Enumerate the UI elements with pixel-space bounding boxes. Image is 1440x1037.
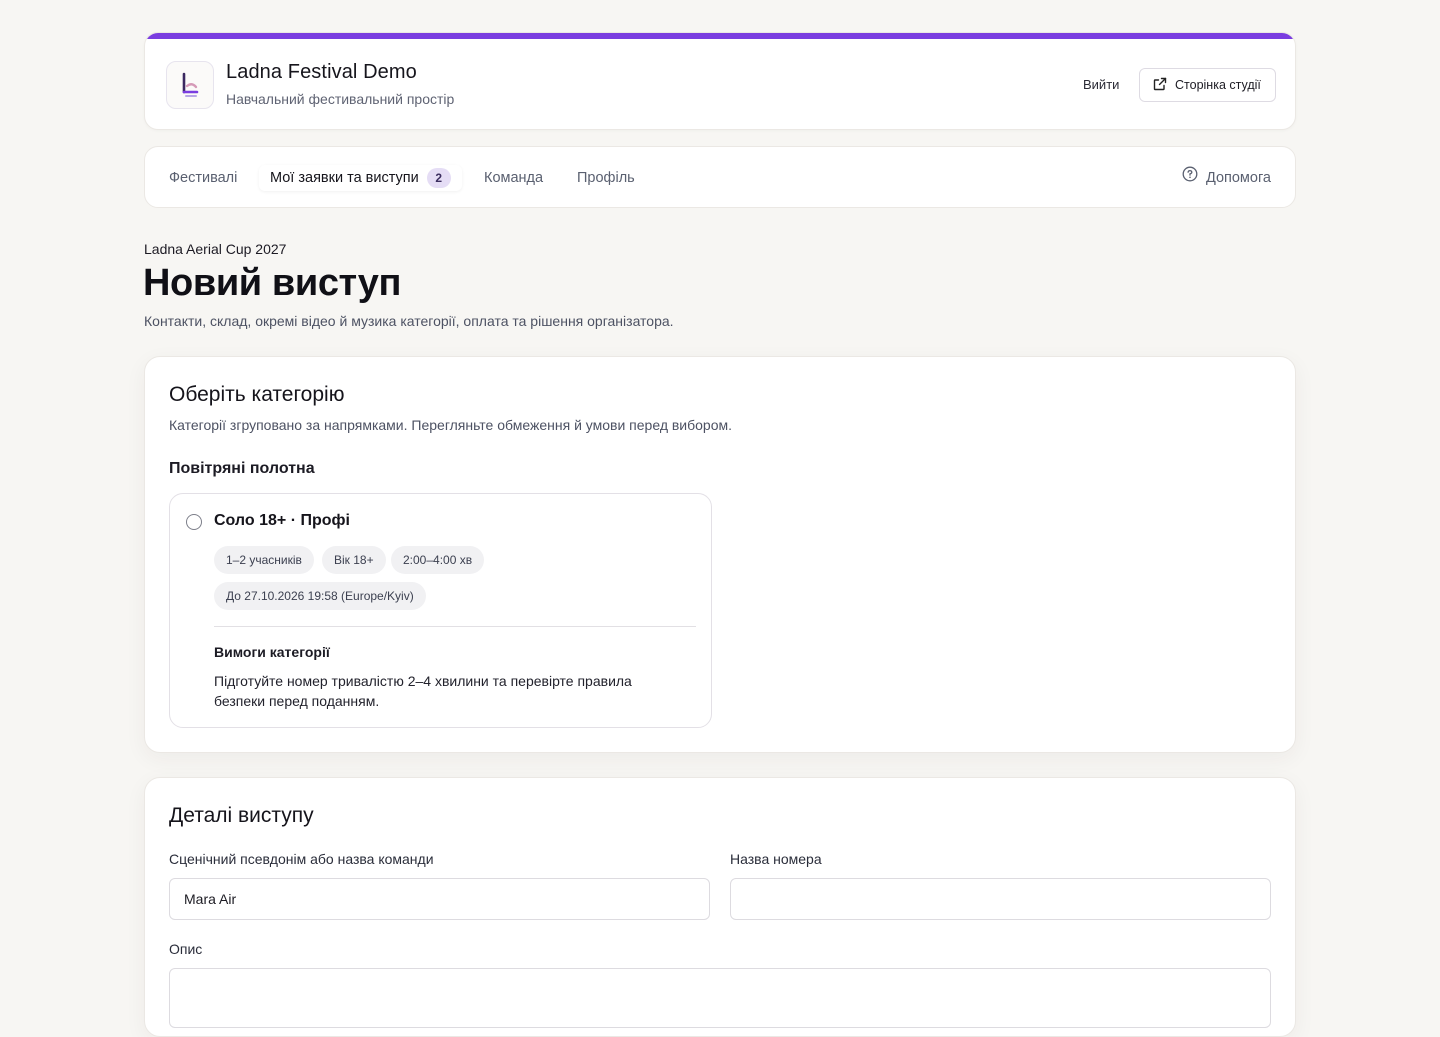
app-title: Ladna Festival Demo	[226, 61, 417, 83]
category-section-title: Оберіть категорію	[169, 383, 345, 406]
logout-link[interactable]: Вийти	[1083, 77, 1119, 92]
app-logo	[166, 61, 214, 109]
description-label: Опис	[169, 941, 203, 957]
nav-item-team[interactable]: Команда	[484, 165, 543, 191]
category-radio[interactable]	[186, 514, 202, 530]
act-name-input[interactable]	[730, 878, 1271, 920]
app-header: Ladna Festival Demo Навчальний фестиваль…	[144, 32, 1296, 130]
age-chip: Вік 18+	[322, 546, 386, 574]
details-section-title: Деталі виступу	[169, 804, 314, 827]
page-description: Контакти, склад, окремі відео й музика к…	[144, 313, 674, 329]
nav-item-profile[interactable]: Профіль	[577, 165, 635, 191]
category-section-subtitle: Категорії згруповано за напрямками. Пере…	[169, 417, 733, 433]
details-section: Деталі виступу Сценічний псевдонім або н…	[144, 777, 1296, 1037]
nav-item-label: Мої заявки та виступи	[270, 170, 419, 186]
applications-count-badge: 2	[426, 168, 451, 188]
external-link-icon	[1153, 77, 1167, 94]
header-accent-bar	[145, 33, 1295, 39]
category-section: Оберіть категорію Категорії згруповано з…	[144, 356, 1296, 753]
page-title: Новий виступ	[143, 262, 401, 304]
category-option-card[interactable]: Соло 18+ · Профі 1–2 учасників Вік 18+ 2…	[169, 493, 712, 728]
nav-item-my-applications[interactable]: Мої заявки та виступи 2	[259, 165, 462, 191]
help-link[interactable]: Допомога	[1182, 165, 1271, 191]
participants-chip: 1–2 учасників	[214, 546, 314, 574]
description-textarea[interactable]	[169, 968, 1271, 1028]
main-nav: Фестивалі Мої заявки та виступи 2 Команда…	[144, 146, 1296, 208]
category-group-title: Повітряні полотна	[169, 460, 315, 477]
stage-name-input[interactable]	[169, 878, 710, 920]
studio-page-button[interactable]: Сторінка студії	[1139, 68, 1276, 102]
deadline-chip: До 27.10.2026 19:58 (Europe/Kyiv)	[214, 582, 426, 610]
help-label: Допомога	[1205, 170, 1271, 186]
act-name-label: Назва номера	[730, 851, 822, 867]
option-divider	[214, 626, 696, 627]
studio-page-label: Сторінка студії	[1175, 78, 1261, 92]
app-subtitle: Навчальний фестивальний простір	[226, 91, 455, 107]
help-circle-icon	[1182, 165, 1198, 191]
requirements-text: Підготуйте номер тривалістю 2–4 хвилини …	[214, 673, 632, 709]
requirements-title: Вимоги категорії	[214, 644, 330, 660]
nav-item-festivals[interactable]: Фестивалі	[169, 165, 237, 191]
category-option-title: Соло 18+ · Профі	[214, 512, 350, 529]
duration-chip: 2:00–4:00 хв	[391, 546, 485, 574]
festival-name: Ladna Aerial Cup 2027	[144, 241, 287, 257]
stage-name-label: Сценічний псевдонім або назва команди	[169, 851, 434, 867]
